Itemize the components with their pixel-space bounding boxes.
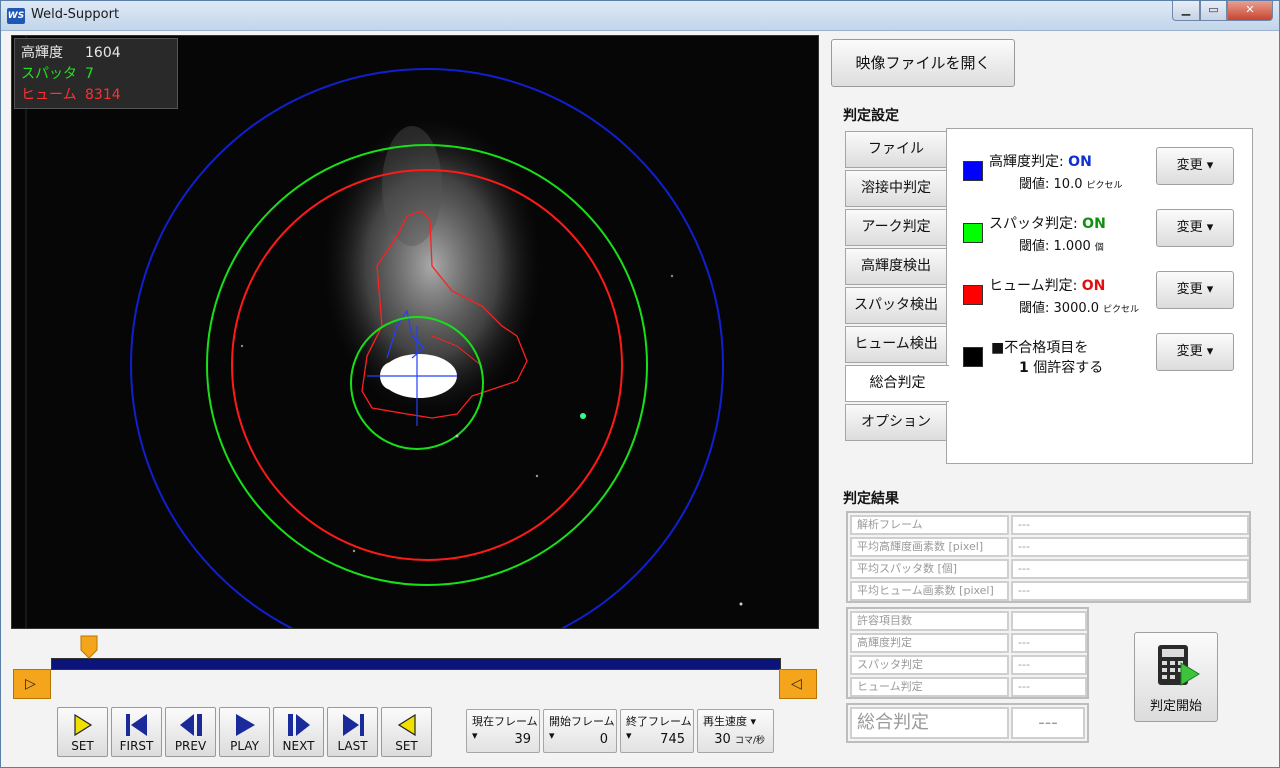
fume-setting-row: ヒューム判定: ON 閾値: 3000.0 ピクセル 変更 ▾ — [947, 271, 1252, 321]
window-title: Weld-Support — [31, 7, 120, 22]
set-start-button[interactable]: SET — [57, 707, 108, 757]
tab-welding-judgement[interactable]: 溶接中判定 — [845, 170, 947, 207]
maximize-button[interactable]: ▭ — [1200, 1, 1227, 21]
brightness-setting-label: 高輝度判定: — [989, 154, 1069, 170]
overlay-row-brightness: 高輝度 1604 — [21, 45, 121, 61]
spatter-threshold: 1.000 — [1053, 239, 1091, 254]
fume-state: ON — [1081, 278, 1106, 294]
overall-result-label: 総合判定 — [850, 707, 1009, 739]
timeline: ▷ ◁ — [11, 631, 819, 701]
skip-last-icon — [343, 714, 364, 736]
set-end-button[interactable]: SET — [381, 707, 432, 757]
change-fail-allowance-button[interactable]: 変更 ▾ — [1156, 333, 1234, 371]
spatter-setting-label: スパッタ判定: — [989, 216, 1083, 232]
judgement-results-table: 許容項目数 高輝度判定 --- スパッタ判定 --- ヒューム判定 --- — [846, 607, 1089, 699]
playback-speed-value: 30 — [714, 732, 731, 747]
fail-allowance-suffix: 個許容する — [1033, 360, 1104, 376]
threshold-label: 閾値: — [1019, 301, 1050, 316]
step-back-icon — [180, 714, 202, 736]
tab-file[interactable]: ファイル — [845, 131, 947, 168]
overlay-row-spatter: スパッタ 7 — [21, 66, 94, 82]
change-fume-button[interactable]: 変更 ▾ — [1156, 271, 1234, 309]
fail-color-swatch — [963, 347, 983, 367]
fume-color-swatch — [963, 285, 983, 305]
video-viewport[interactable]: 高輝度 1604 スパッタ 7 ヒューム 8314 — [11, 35, 819, 629]
fume-unit: ピクセル — [1103, 305, 1140, 315]
minimize-button[interactable]: ▁ — [1172, 1, 1200, 21]
title-bar[interactable]: WS Weld-Support ▁ ▭ ✕ — [1, 1, 1279, 31]
spatter-particle — [580, 413, 586, 419]
current-frame-box[interactable]: 現在フレーム ▾ 39 — [466, 709, 540, 753]
tab-brightness-detection[interactable]: 高輝度検出 — [845, 248, 947, 285]
app-logo-icon: WS — [7, 8, 25, 24]
brightness-threshold: 10.0 — [1053, 177, 1083, 192]
timeline-track[interactable] — [51, 658, 781, 670]
average-results-table: 解析フレーム --- 平均高輝度画素数 [pixel] --- 平均スパッタ数 … — [846, 511, 1251, 603]
playback-speed-unit: コマ/秒 — [734, 736, 765, 746]
weld-video-frame — [12, 36, 818, 628]
overall-result-value: --- — [1011, 707, 1085, 739]
brightness-state: ON — [1068, 154, 1092, 170]
settings-title: 判定設定 — [843, 108, 899, 124]
overall-settings-panel: 高輝度判定: ON 閾値: 10.0 ピクセル 変更 ▾ スパッタ判定: ON 閾… — [946, 128, 1253, 464]
results-title: 判定結果 — [843, 491, 899, 507]
timeline-thumb[interactable] — [80, 635, 98, 659]
playback-speed-box[interactable]: 再生速度 ▾ 30 コマ/秒 — [697, 709, 774, 753]
spatter-unit: 個 — [1094, 243, 1104, 253]
start-frame-box[interactable]: 開始フレーム ▾ 0 — [543, 709, 617, 753]
range-start-handle[interactable]: ▷ — [13, 669, 51, 699]
spatter-setting-row: スパッタ判定: ON 閾値: 1.000 個 変更 ▾ — [947, 209, 1252, 259]
triangle-left-icon — [397, 713, 416, 737]
app-window: WS Weld-Support ▁ ▭ ✕ 高輝度 1604 スパッタ 7 ヒュ… — [0, 0, 1280, 768]
skip-first-icon — [126, 714, 147, 736]
change-spatter-button[interactable]: 変更 ▾ — [1156, 209, 1234, 247]
fume-setting-label: ヒューム判定: — [989, 278, 1082, 294]
last-frame-button[interactable]: LAST — [327, 707, 378, 757]
next-frame-button[interactable]: NEXT — [273, 707, 324, 757]
fail-allowance-row: ■不合格項目を 1 個許容する 変更 ▾ — [947, 333, 1252, 383]
calculator-icon — [1158, 645, 1200, 686]
tab-options[interactable]: オプション — [845, 404, 947, 441]
triangle-right-icon — [74, 713, 93, 737]
spatter-state: ON — [1082, 216, 1106, 232]
change-brightness-button[interactable]: 変更 ▾ — [1156, 147, 1234, 185]
tab-spatter-detection[interactable]: スパッタ検出 — [845, 287, 947, 324]
fail-allowance-count: 1 — [1019, 360, 1029, 376]
spatter-color-swatch — [963, 223, 983, 243]
tab-fume-detection[interactable]: ヒューム検出 — [845, 326, 947, 363]
fume-threshold: 3000.0 — [1053, 301, 1100, 316]
range-end-handle[interactable]: ◁ — [779, 669, 817, 699]
detection-counter-overlay: 高輝度 1604 スパッタ 7 ヒューム 8314 — [14, 38, 178, 109]
step-forward-icon — [288, 714, 310, 736]
first-frame-button[interactable]: FIRST — [111, 707, 162, 757]
threshold-label: 閾値: — [1019, 177, 1050, 192]
play-button[interactable]: PLAY — [219, 707, 270, 757]
brightness-color-swatch — [963, 161, 983, 181]
overall-result-box: 総合判定 --- — [846, 703, 1089, 743]
end-frame-box[interactable]: 終了フレーム ▾ 745 — [620, 709, 694, 753]
tab-arc-judgement[interactable]: アーク判定 — [845, 209, 947, 246]
overlay-row-fume: ヒューム 8314 — [21, 87, 121, 103]
brightness-setting-row: 高輝度判定: ON 閾値: 10.0 ピクセル 変更 ▾ — [947, 147, 1252, 197]
open-video-button[interactable]: 映像ファイルを開く — [831, 39, 1015, 87]
start-judgement-button[interactable]: 判定開始 — [1134, 632, 1218, 722]
brightness-unit: ピクセル — [1086, 181, 1123, 191]
threshold-label: 閾値: — [1019, 239, 1050, 254]
fail-allowance-label: ■不合格項目を — [991, 340, 1089, 356]
play-icon — [236, 714, 255, 736]
prev-frame-button[interactable]: PREV — [165, 707, 216, 757]
close-button[interactable]: ✕ — [1227, 1, 1273, 21]
tab-overall-judgement[interactable]: 総合判定 — [845, 365, 949, 402]
